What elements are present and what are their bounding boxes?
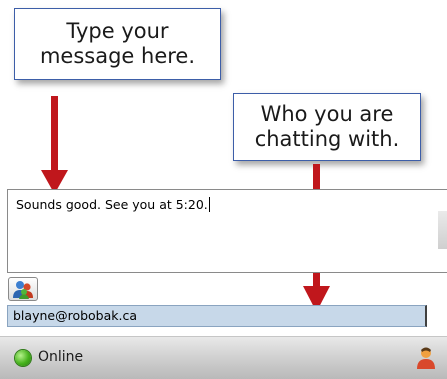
online-status-icon[interactable] <box>15 350 31 366</box>
text-caret <box>208 197 210 212</box>
status-label[interactable]: Online <box>38 349 83 365</box>
annotation-arrow-left <box>41 96 68 194</box>
recipient-address: blayne@robobak.ca <box>13 308 138 323</box>
callout-type-message: Type your message here. <box>14 8 221 80</box>
message-input[interactable]: Sounds good. See you at 5:20. <box>7 189 447 273</box>
window-edge-decoration <box>438 211 447 249</box>
status-bar: Online <box>0 336 447 379</box>
callout-who-chatting: Who you are chatting with. <box>233 93 421 161</box>
contacts-button[interactable] <box>8 277 38 301</box>
contacts-people-icon <box>13 281 33 299</box>
recipient-field: blayne@robobak.ca <box>7 305 427 327</box>
callout-who-chatting-text: Who you are chatting with. <box>254 102 400 151</box>
message-input-text: Sounds good. See you at 5:20. <box>16 197 208 212</box>
user-presence-icon[interactable] <box>416 346 436 370</box>
callout-type-message-text: Type your message here. <box>39 19 196 68</box>
